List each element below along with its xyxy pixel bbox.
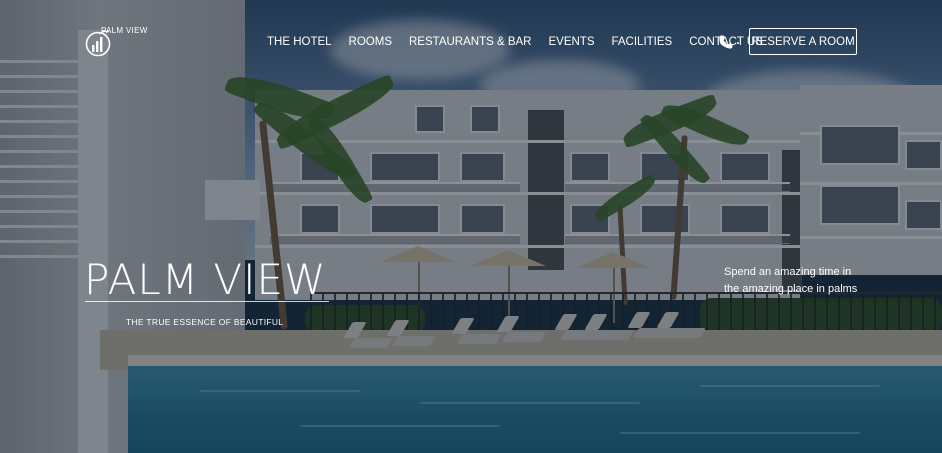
- brand-name: PALM VIEW: [101, 26, 148, 35]
- hero-subtitle: THE TRUE ESSENCE OF BEAUTIFUL: [126, 317, 284, 327]
- hero-divider: [85, 301, 329, 302]
- phone-icon[interactable]: [718, 34, 734, 50]
- main-nav: THE HOTEL ROOMS RESTAURANTS & BAR EVENTS…: [267, 36, 780, 48]
- hero-tagline-line2: the amazing place in palms: [724, 283, 858, 295]
- brand-logo[interactable]: PALM VIEW: [85, 26, 149, 60]
- hero-tagline: Spend an amazing time in the amazing pla…: [724, 264, 884, 298]
- hero-section: [0, 0, 942, 453]
- nav-events[interactable]: EVENTS: [548, 36, 594, 48]
- nav-the-hotel[interactable]: THE HOTEL: [267, 36, 332, 48]
- nav-facilities[interactable]: FACILITIES: [612, 36, 673, 48]
- hero-title: PALM VIEW: [84, 255, 327, 304]
- hero-overlay: [0, 0, 942, 453]
- nav-restaurants-bar[interactable]: RESTAURANTS & BAR: [409, 36, 531, 48]
- nav-rooms[interactable]: ROOMS: [349, 36, 392, 48]
- hero-tagline-line1: Spend an amazing time in: [724, 266, 852, 278]
- reserve-room-button[interactable]: RESERVE A ROOM: [749, 28, 857, 55]
- separator-dot: [737, 42, 739, 44]
